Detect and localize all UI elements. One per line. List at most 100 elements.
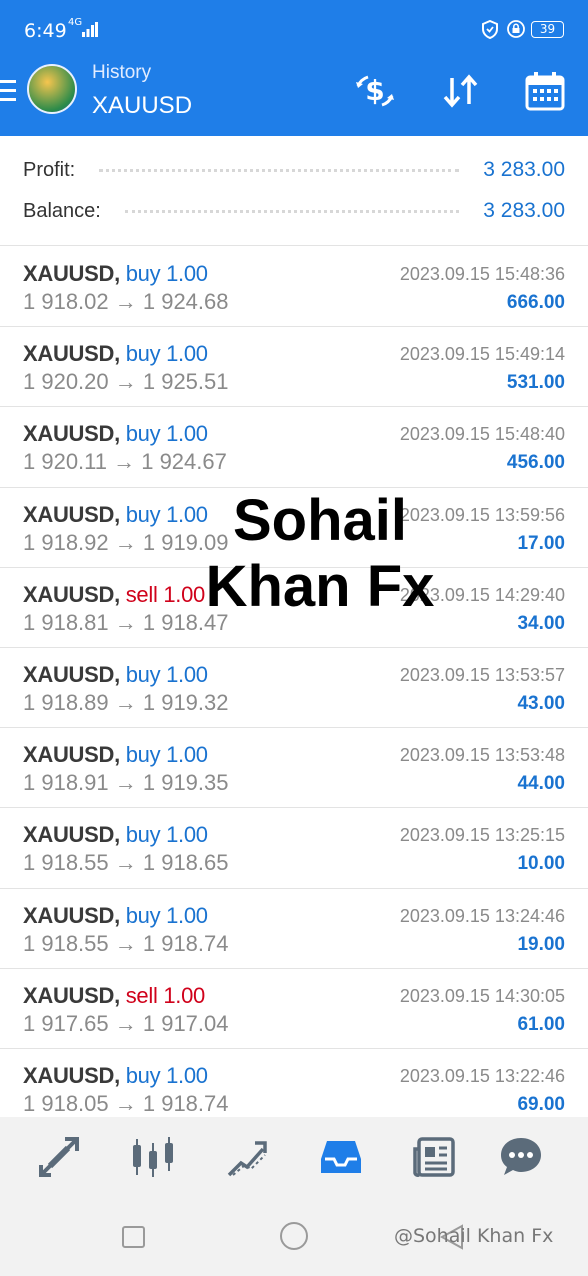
trade-prices: 1 918.55 → 1 918.74	[23, 930, 229, 956]
dotted-leader	[124, 209, 460, 213]
trade-prices: 1 918.05 → 1 918.74	[23, 1090, 229, 1116]
trade-time: 2023.09.15 15:48:40	[399, 424, 565, 445]
trade-symbol: XAUUSD, sell 1.00	[23, 582, 205, 608]
trade-symbol: XAUUSD, buy 1.00	[23, 662, 208, 688]
trade-prices: 1 918.89 → 1 919.32	[23, 689, 229, 715]
trade-profit: 666.00	[506, 292, 565, 313]
trade-time: 2023.09.15 13:24:46	[399, 905, 565, 926]
symbol-name: XAUUSD,	[23, 982, 120, 1008]
battery-icon: 39	[531, 21, 564, 38]
deposit-currency-icon[interactable]: $	[354, 70, 396, 112]
trade-row[interactable]: XAUUSD, buy 1.00 1 918.91 → 1 919.35 2023.…	[0, 728, 588, 809]
app-bar: History XAUUSD $	[0, 62, 588, 136]
symbol-name: XAUUSD,	[23, 661, 120, 687]
trade-profit: 19.00	[517, 933, 565, 955]
trade-side: buy 1.00	[125, 341, 208, 367]
status-time: 6:49	[24, 20, 67, 42]
chat-icon[interactable]	[499, 1135, 543, 1179]
trade-time: 2023.09.15 14:30:05	[399, 985, 565, 1006]
symbol-name: XAUUSD,	[23, 902, 120, 928]
watermark-tag: @Sohail Khan Fx	[394, 1225, 554, 1247]
trade-profit: 17.00	[517, 532, 565, 554]
trade-row[interactable]: XAUUSD, sell 1.00 1 917.65 → 1 917.04 2023…	[0, 969, 588, 1049]
trade-profit: 10.00	[517, 853, 565, 875]
trade-side: buy 1.00	[125, 902, 208, 928]
trade-row[interactable]: XAUUSD, buy 1.00 1 918.02 → 1 924.68 2023.…	[0, 247, 588, 328]
system-navigation-bar: @Sohail Khan Fx	[0, 1197, 588, 1276]
status-bar: 6:49 4G 39	[0, 0, 588, 62]
trade-side: buy 1.00	[125, 742, 208, 768]
menu-icon[interactable]	[0, 80, 16, 102]
trade-time: 2023.09.15 13:53:57	[399, 664, 565, 685]
trade-prices: 1 917.65 → 1 917.04	[23, 1010, 229, 1036]
profit-row: Profit: 3 283.00	[23, 155, 565, 185]
trade-profit: 531.00	[506, 372, 565, 394]
signal-icon	[82, 22, 98, 37]
symbol-name: XAUUSD,	[23, 742, 120, 768]
history-icon[interactable]	[319, 1135, 363, 1179]
symbol-name: XAUUSD,	[23, 822, 120, 848]
account-summary: Profit: 3 283.00 Balance: 3 283.00	[0, 136, 588, 246]
news-icon[interactable]	[413, 1135, 457, 1179]
trade-profit: 44.00	[517, 773, 565, 795]
trade-profit: 456.00	[506, 452, 565, 474]
trade-time: 2023.09.15 15:49:14	[399, 344, 565, 365]
dotted-leader	[99, 168, 460, 172]
symbol-name: XAUUSD,	[23, 421, 120, 447]
trade-symbol: XAUUSD, buy 1.00	[23, 421, 208, 447]
trade-time: 2023.09.15 13:25:15	[399, 825, 565, 846]
trade-icon[interactable]	[225, 1135, 269, 1179]
symbol-name: XAUUSD,	[23, 501, 120, 527]
watermark-text: Sohail Khan Fx	[180, 488, 460, 620]
profit-label: Profit:	[23, 158, 76, 181]
trade-symbol: XAUUSD, buy 1.00	[23, 742, 208, 768]
trade-prices: 1 920.20 → 1 925.51	[23, 369, 229, 395]
page-subtitle: History	[92, 62, 152, 83]
bottom-navigation	[0, 1117, 588, 1197]
watermark-line-2: Khan Fx	[205, 554, 435, 619]
app-logo	[27, 64, 77, 114]
trade-prices: 1 920.11 → 1 924.67	[23, 449, 227, 475]
watermark-line-1: Sohail	[232, 488, 408, 553]
trade-prices: 1 918.55 → 1 918.65	[23, 850, 229, 876]
trade-time: 2023.09.15 13:22:46	[399, 1065, 565, 1086]
trade-history-list: XAUUSD, buy 1.00 1 918.02 → 1 924.68 2023.…	[0, 247, 588, 1130]
trade-profit: 69.00	[517, 1093, 565, 1115]
trade-profit: 43.00	[517, 692, 565, 714]
recent-apps-button[interactable]	[122, 1226, 145, 1248]
shield-icon	[482, 20, 498, 39]
symbol-name: XAUUSD,	[23, 261, 120, 286]
trade-symbol: XAUUSD, buy 1.00	[23, 1063, 208, 1089]
page-title: XAUUSD	[92, 92, 193, 119]
trade-row[interactable]: XAUUSD, buy 1.00 1 918.55 → 1 918.74 2023.…	[0, 889, 588, 969]
profit-value: 3 283.00	[483, 158, 565, 181]
home-button[interactable]	[280, 1222, 308, 1250]
trade-row[interactable]: XAUUSD, buy 1.00 1 918.55 → 1 918.65 2023.…	[0, 808, 588, 889]
quotes-icon[interactable]	[37, 1135, 81, 1179]
chart-icon[interactable]	[131, 1135, 175, 1179]
network-type: 4G	[68, 17, 83, 28]
trade-symbol: XAUUSD, buy 1.00	[23, 261, 208, 287]
trade-row[interactable]: XAUUSD, buy 1.00 1 918.89 → 1 919.32 2023.…	[0, 648, 588, 729]
trade-side: buy 1.00	[125, 261, 208, 286]
trade-row[interactable]: XAUUSD, buy 1.00 1 920.11 → 1 924.67 2023.…	[0, 407, 588, 488]
trade-side: buy 1.00	[125, 661, 208, 687]
symbol-name: XAUUSD,	[23, 341, 120, 367]
trade-symbol: XAUUSD, buy 1.00	[23, 822, 208, 848]
trade-symbol: XAUUSD, buy 1.00	[23, 341, 208, 367]
symbol-name: XAUUSD,	[23, 1062, 120, 1088]
sort-icon[interactable]	[440, 70, 482, 112]
trade-profit: 61.00	[517, 1013, 565, 1035]
trade-symbol: XAUUSD, buy 1.00	[23, 903, 208, 929]
calendar-icon[interactable]	[524, 70, 566, 112]
balance-value: 3 283.00	[483, 199, 565, 222]
trade-side: buy 1.00	[125, 1062, 208, 1088]
symbol-name: XAUUSD,	[23, 581, 120, 607]
trade-time: 2023.09.15 13:53:48	[399, 745, 565, 766]
trade-prices: 1 918.02 → 1 924.68	[23, 289, 229, 314]
trade-row[interactable]: XAUUSD, buy 1.00 1 920.20 → 1 925.51 2023.…	[0, 327, 588, 408]
trade-side: sell 1.00	[125, 982, 206, 1008]
balance-label: Balance:	[23, 199, 101, 222]
trade-symbol: XAUUSD, sell 1.00	[23, 983, 205, 1009]
trade-side: buy 1.00	[125, 421, 208, 447]
